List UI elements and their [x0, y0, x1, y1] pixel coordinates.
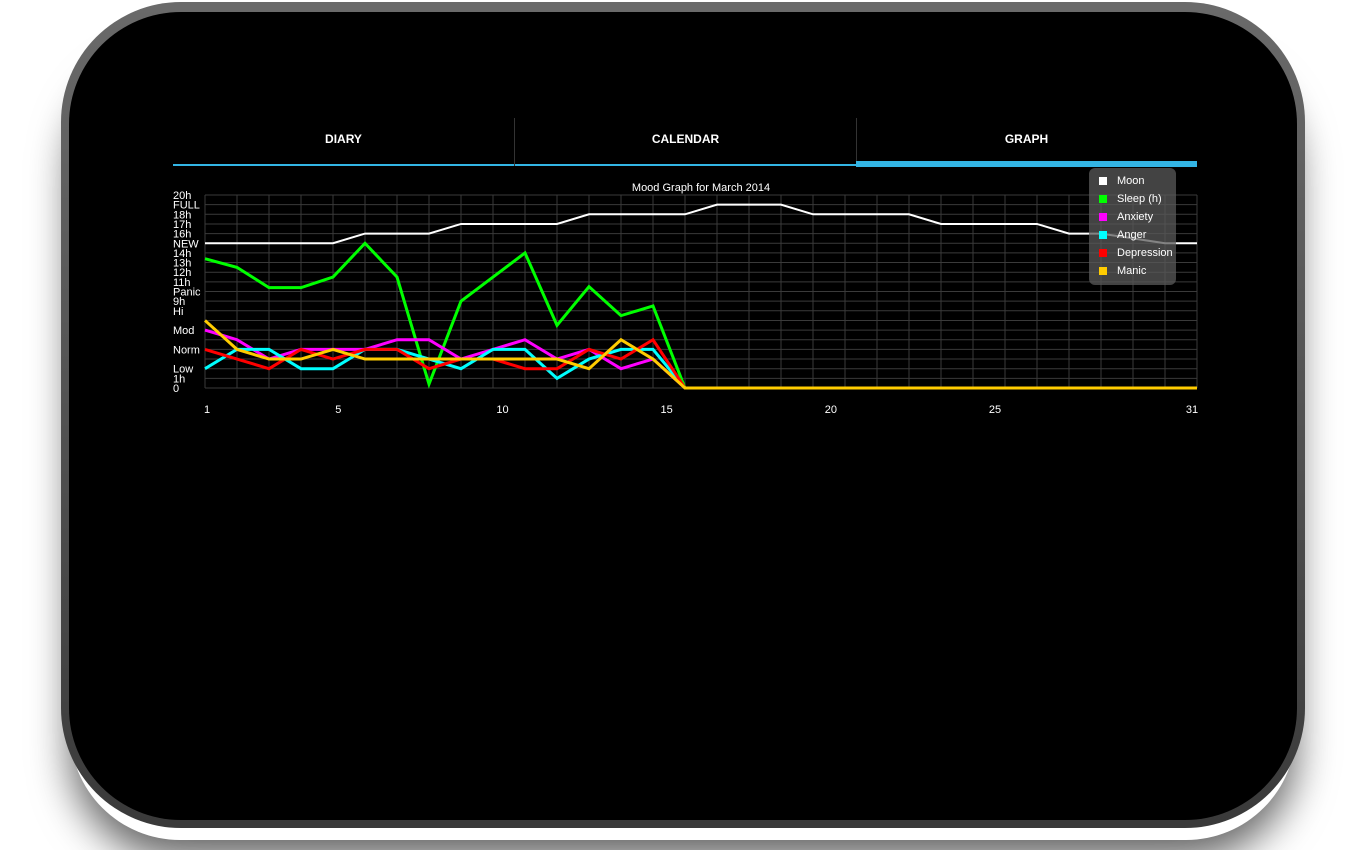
x-tick-label: 20	[825, 404, 837, 416]
legend-swatch	[1099, 249, 1107, 257]
legend-label: Manic	[1117, 265, 1147, 277]
legend-label: Anger	[1117, 229, 1147, 241]
legend-swatch	[1099, 213, 1107, 221]
x-tick-label: 10	[496, 404, 508, 416]
chart-legend: Moon Sleep (h) Anxiety Anger Depression Manic	[1089, 168, 1176, 285]
legend-item: Anxiety	[1099, 208, 1153, 226]
chart-title: Mood Graph for March 2014	[632, 182, 770, 194]
legend-item: Moon	[1099, 172, 1145, 190]
y-tick-label: Hi	[173, 306, 183, 318]
y-axis-labels: 20hFULL18h17h16hNEW14h13h12h11hPanic9hHi…	[173, 190, 201, 395]
y-tick-label: 0	[173, 383, 179, 395]
x-tick-label: 5	[335, 404, 341, 416]
x-tick-label: 1	[204, 404, 210, 416]
legend-label: Sleep (h)	[1117, 193, 1162, 205]
x-tick-label: 25	[989, 404, 1001, 416]
legend-swatch	[1099, 177, 1107, 185]
legend-item: Depression	[1099, 244, 1173, 262]
legend-label: Depression	[1117, 247, 1173, 259]
x-axis-labels: 1 5 10 15 20 25 31	[204, 404, 1198, 416]
legend-item: Manic	[1099, 262, 1146, 280]
x-tick-label: 31	[1186, 404, 1198, 416]
legend-item: Anger	[1099, 226, 1146, 244]
chart-grid	[204, 194, 1198, 389]
series-line-depression	[204, 337, 1197, 390]
mood-chart: Mood Graph for March 2014 20hFULL18h17h1…	[173, 182, 1198, 416]
series-line-sleep-h	[204, 241, 1197, 390]
x-tick-label: 15	[661, 404, 673, 416]
chart-series	[203, 203, 1197, 390]
legend-swatch	[1099, 267, 1107, 275]
legend-label: Moon	[1117, 175, 1145, 187]
legend-label: Anxiety	[1117, 211, 1154, 223]
legend-swatch	[1099, 195, 1107, 203]
legend-item: Sleep (h)	[1099, 190, 1162, 208]
y-tick-label: Mod	[173, 325, 194, 337]
legend-swatch	[1099, 231, 1107, 239]
y-tick-label: Norm	[173, 344, 200, 356]
